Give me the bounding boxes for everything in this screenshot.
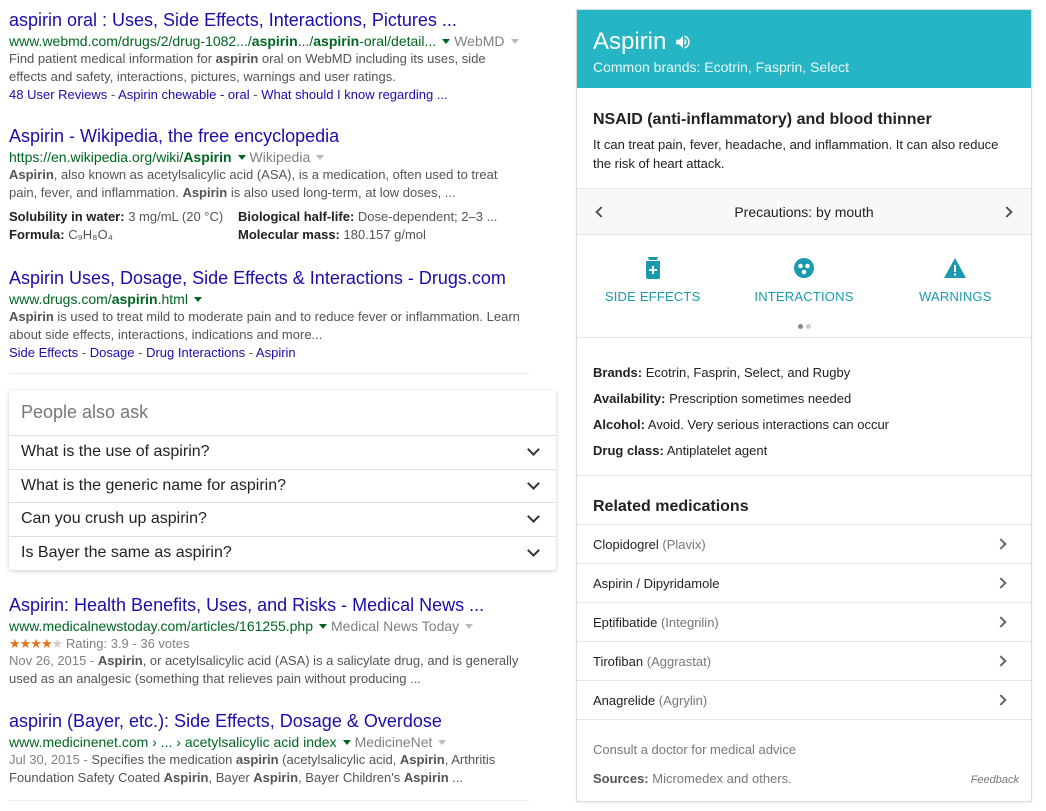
related-medications-title: Related medications xyxy=(577,476,1031,525)
url-menu-caret-icon[interactable] xyxy=(442,38,451,44)
result-title[interactable]: Aspirin: Health Benefits, Uses, and Risk… xyxy=(9,593,549,617)
related-medication-item[interactable]: Tirofiban (Aggrastat) xyxy=(577,642,1031,681)
chevron-right-icon xyxy=(995,577,1007,589)
chevron-right-icon xyxy=(995,538,1007,550)
url-menu-caret-icon[interactable] xyxy=(319,623,328,629)
carousel-dot[interactable] xyxy=(797,324,803,329)
paa-question[interactable]: Is Bayer the same as aspirin? xyxy=(9,537,556,571)
divider xyxy=(9,800,529,801)
rating-empty-star: ★ xyxy=(51,636,64,651)
sitelink[interactable]: Dosage xyxy=(90,345,135,360)
site-menu-caret-icon[interactable] xyxy=(438,739,447,745)
sitelink[interactable]: Aspirin xyxy=(256,345,296,360)
related-medication-item[interactable]: Aspirin / Dipyridamole xyxy=(577,564,1031,603)
url-menu-caret-icon[interactable] xyxy=(237,154,246,160)
paa-question[interactable]: What is the generic name for aspirin? xyxy=(9,470,556,503)
kp-properties: Brands: Ecotrin, Fasprin, Select, and Ru… xyxy=(577,338,1031,476)
paa-title: People also ask xyxy=(9,390,556,436)
site-menu-caret-icon[interactable] xyxy=(316,154,325,160)
chevron-right-icon xyxy=(995,616,1007,628)
result-webmd: aspirin oral : Uses, Side Effects, Inter… xyxy=(9,8,531,108)
related-medication-item[interactable]: Eptifibatide (Integrilin) xyxy=(577,603,1031,642)
kp-property: Alcohol: Avoid. Very serious interaction… xyxy=(593,417,890,432)
result-rating: ★★★★★ Rating: 3.9 - 36 votes xyxy=(9,636,190,651)
sitelink[interactable]: Side Effects xyxy=(9,345,78,360)
related-medication-item[interactable]: Clopidogrel (Plavix) xyxy=(577,525,1031,564)
interactions-icon xyxy=(793,258,814,278)
result-snippet: Nov 26, 2015 - Aspirin, or acetylsalicyl… xyxy=(9,653,519,686)
paa-question[interactable]: What is the use of aspirin? xyxy=(9,436,556,470)
kp-header: Aspirin Common brands: Ecotrin, Fasprin,… xyxy=(577,10,1031,88)
knowledge-panel: Aspirin Common brands: Ecotrin, Fasprin,… xyxy=(576,9,1032,802)
related-medication-item[interactable]: Anagrelide (Agrylin) xyxy=(577,681,1031,720)
result-url: https://en.wikipedia.org/wiki/Aspirin Wik… xyxy=(9,148,531,166)
result-url: www.medicalnewstoday.com/articles/161255… xyxy=(9,617,549,635)
carousel-dots xyxy=(577,324,1031,329)
result-snippet: Aspirin, also known as acetylsalicylic a… xyxy=(9,167,498,200)
result-snippet: Find patient medical information for asp… xyxy=(9,51,486,84)
result-medicalnewstoday: Aspirin: Health Benefits, Uses, and Risk… xyxy=(9,593,549,688)
consult-note: Consult a doctor for medical advice xyxy=(593,742,797,757)
chevron-right-icon[interactable] xyxy=(1001,205,1013,218)
result-url: www.webmd.com/drugs/2/drug-1082.../aspir… xyxy=(9,32,531,50)
sitelink[interactable]: Aspirin chewable - oral xyxy=(118,87,250,102)
kp-subtitle: Common brands: Ecotrin, Fasprin, Select xyxy=(593,59,849,75)
result-site-name: Medical News Today xyxy=(331,618,460,634)
kp-description-text: It can treat pain, fever, headache, and … xyxy=(593,137,999,171)
kp-property: Drug class: Antiplatelet agent xyxy=(593,443,768,458)
warning-icon xyxy=(944,258,967,278)
kp-description: NSAID (anti-inflammatory) and blood thin… xyxy=(577,88,1031,189)
result-url: www.medicinenet.com › ... › acetylsalicy… xyxy=(9,733,549,751)
chevron-down-icon xyxy=(527,510,540,524)
search-results: aspirin oral : Uses, Side Effects, Inter… xyxy=(9,8,556,801)
feedback-link[interactable]: Feedback xyxy=(971,774,1019,786)
kp-property: Availability: Prescription sometimes nee… xyxy=(593,391,852,406)
result-title[interactable]: Aspirin - Wikipedia, the free encycloped… xyxy=(9,124,531,148)
kp-footer: Consult a doctor for medical advice Sour… xyxy=(577,720,1031,786)
url-menu-caret-icon[interactable] xyxy=(193,296,202,302)
site-menu-caret-icon[interactable] xyxy=(510,38,519,44)
result-medicinenet: aspirin (Bayer, etc.): Side Effects, Dos… xyxy=(9,709,549,787)
sitelink[interactable]: Drug Interactions xyxy=(146,345,245,360)
chevron-left-icon[interactable] xyxy=(595,205,607,218)
result-sitelinks: 48 User Reviews - Aspirin chewable - ora… xyxy=(9,87,448,102)
precaution-categories: SIDE EFFECTS INTERACTIONS WARNINGS xyxy=(577,235,1031,338)
chevron-right-icon xyxy=(995,694,1007,706)
chevron-right-icon xyxy=(995,655,1007,667)
chevron-down-icon xyxy=(527,476,540,490)
result-sitelinks: Side Effects - Dosage - Drug Interaction… xyxy=(9,345,296,360)
url-menu-caret-icon[interactable] xyxy=(342,739,351,745)
result-title[interactable]: Aspirin Uses, Dosage, Side Effects & Int… xyxy=(9,266,531,290)
result-site-name: MedicineNet xyxy=(354,734,433,750)
divider xyxy=(9,373,529,374)
speaker-icon[interactable] xyxy=(674,33,692,51)
result-title[interactable]: aspirin (Bayer, etc.): Side Effects, Dos… xyxy=(9,709,549,733)
result-site-name: WebMD xyxy=(454,33,505,49)
result-snippet: Aspirin is used to treat mild to moderat… xyxy=(9,309,520,342)
precautions-carousel-header: Precautions: by mouth xyxy=(577,189,1031,235)
sources: Sources: Micromedex and others. xyxy=(593,771,792,786)
result-drugs-com: Aspirin Uses, Dosage, Side Effects & Int… xyxy=(9,266,531,360)
kp-title: Aspirin xyxy=(593,28,667,55)
kp-property: Brands: Ecotrin, Fasprin, Select, and Ru… xyxy=(593,365,851,380)
rating-stars: ★★★★ xyxy=(9,636,53,651)
paa-question[interactable]: Can you crush up aspirin? xyxy=(9,503,556,537)
carousel-dot[interactable] xyxy=(805,324,811,329)
result-title[interactable]: aspirin oral : Uses, Side Effects, Inter… xyxy=(9,8,531,32)
result-site-name: Wikipedia xyxy=(249,149,311,165)
sitelink[interactable]: What should I know regarding ... xyxy=(261,87,447,102)
sitelink[interactable]: 48 User Reviews xyxy=(9,87,107,102)
chevron-down-icon xyxy=(527,443,540,457)
site-menu-caret-icon[interactable] xyxy=(465,623,474,629)
kp-heading: NSAID (anti-inflammatory) and blood thin… xyxy=(593,111,932,128)
chevron-down-icon xyxy=(527,544,540,558)
side-effects-icon xyxy=(645,257,660,279)
result-url: www.drugs.com/aspirin.html xyxy=(9,290,531,308)
precautions-label: Precautions: by mouth xyxy=(734,203,874,220)
result-snippet: Jul 30, 2015 - Specifies the medication … xyxy=(9,752,496,785)
result-wikipedia: Aspirin - Wikipedia, the free encycloped… xyxy=(9,124,531,250)
result-facts: Solubility in water: 3 mg/mL (20 °C) Bio… xyxy=(9,209,498,242)
people-also-ask: People also ask What is the use of aspir… xyxy=(9,390,556,570)
